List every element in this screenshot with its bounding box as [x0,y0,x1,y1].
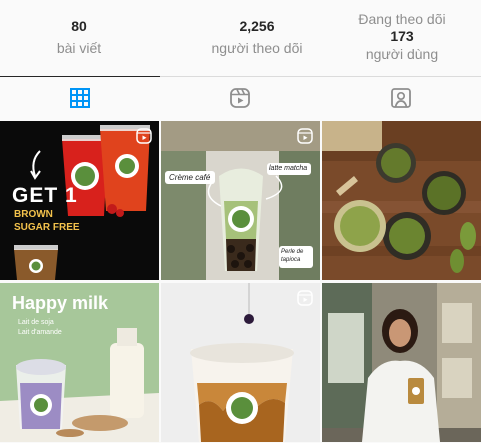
post-thumbnail[interactable] [161,283,320,442]
grid-icon [70,88,90,108]
post-image [161,283,320,442]
reel-badge-icon [297,290,313,306]
following-stat[interactable]: Đang theo dõi 173 người dùng [340,11,464,63]
following-unit-label[interactable]: người dùng [340,45,464,63]
post-caption-sub2: SUGAR FREE [14,222,80,233]
post-thumbnail[interactable]: Crème café latte matcha Perle de tapioca [161,121,320,280]
post-thumbnail[interactable] [322,121,481,280]
post-thumbnail[interactable] [322,283,481,442]
reel-badge-icon [297,128,313,144]
tagged-icon [391,88,411,108]
post-caption-label1: Crème café [169,173,211,182]
posts-label: bài viết [56,40,102,56]
followers-stat[interactable]: 2,256 người theo dõi [182,18,332,57]
post-thumbnail[interactable]: GET 1 BROWN SUGAR FREE [0,121,159,280]
post-image [322,121,481,280]
post-caption-title: Happy milk [12,293,109,313]
post-caption-label1: Lait de soja [18,319,54,326]
post-thumbnail[interactable]: Happy milk Lait de soja Lait d'amande [0,283,159,442]
profile-stats: 80 bài viết 2,256 người theo dõi Đang th… [0,0,481,76]
reels-icon [230,88,250,108]
tab-reels[interactable] [160,77,320,119]
followers-label[interactable]: người theo dõi [182,39,332,57]
post-caption-label3: Perle de tapioca [281,249,304,263]
reel-badge-icon [136,128,152,144]
tab-tagged[interactable] [321,77,481,119]
profile-tabs [0,77,481,119]
post-caption-label2: Lait d'amande [18,329,62,336]
post-caption-sub1: BROWN [14,209,53,220]
posts-grid: GET 1 BROWN SUGAR FREE Crème café latte … [0,121,481,443]
following-label[interactable]: Đang theo dõi [340,11,464,28]
post-caption-headline: GET 1 [12,184,78,207]
post-image [322,283,481,442]
posts-count: 80 [71,18,87,34]
followers-count[interactable]: 2,256 [182,18,332,35]
post-caption-label2: latte matcha [269,165,308,172]
posts-count-stat: 80 bài viết [39,18,119,57]
tab-posts[interactable] [0,77,160,119]
following-count[interactable]: 173 [340,28,464,45]
